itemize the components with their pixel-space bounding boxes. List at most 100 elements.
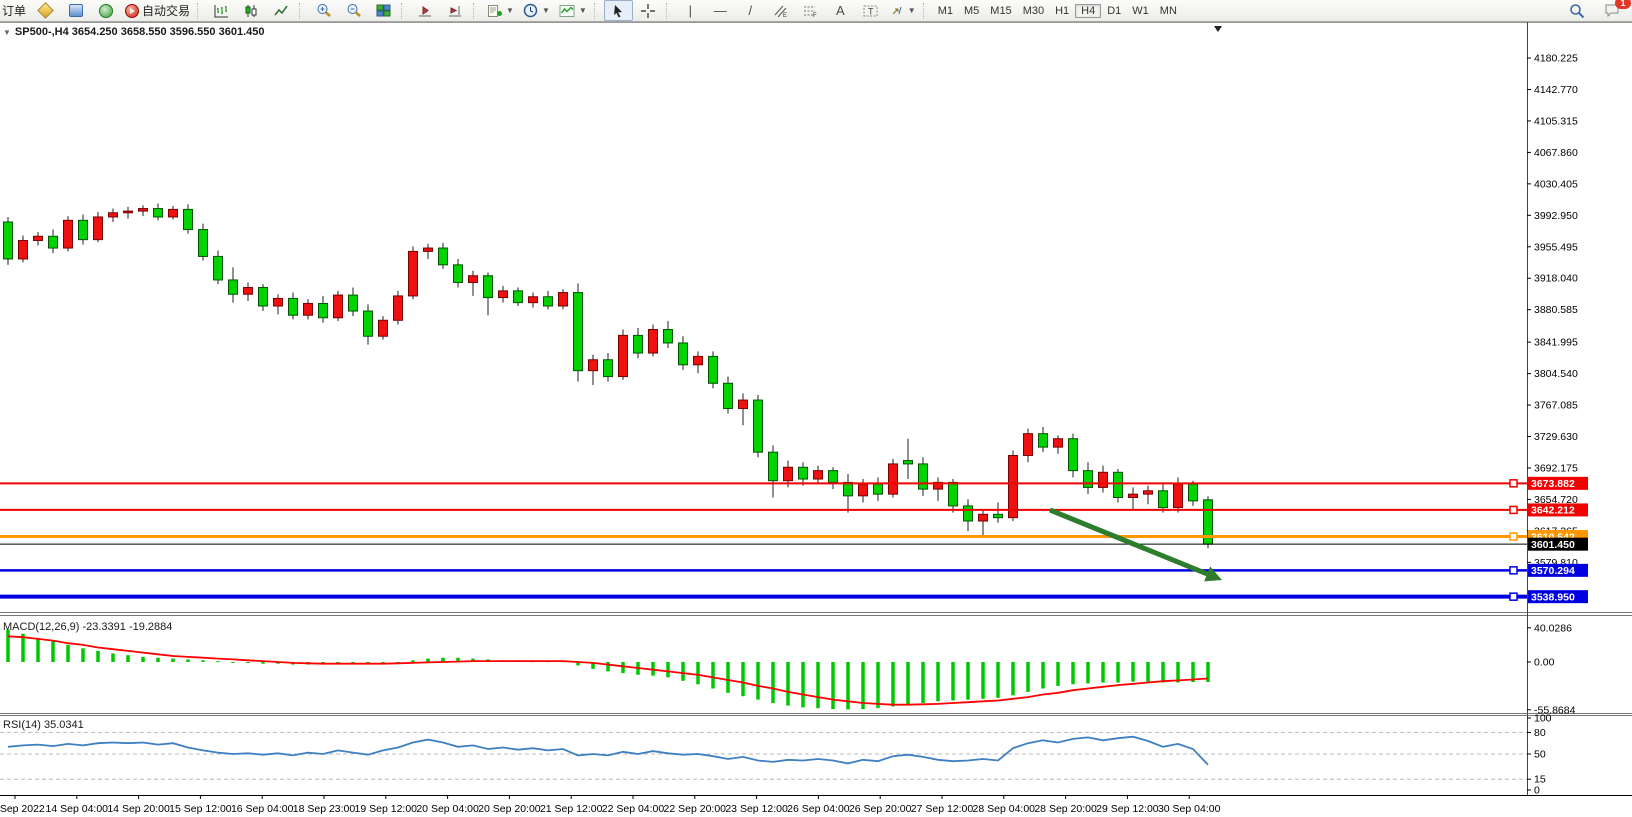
orders-button[interactable]: 订单	[0, 0, 30, 21]
svg-text:26 Sep 04:00: 26 Sep 04:00	[787, 803, 850, 815]
period-menu-button[interactable]: ▼	[519, 0, 554, 21]
time-axis: 13 Sep 202214 Sep 04:0014 Sep 20:0015 Se…	[0, 795, 1221, 815]
line-chart-mode-button[interactable]	[267, 0, 296, 21]
timeframe-mn-button[interactable]: MN	[1155, 5, 1182, 17]
autotrade-button[interactable]: 自动交易	[121, 0, 194, 21]
toolbar: 订单 自动交易	[0, 0, 1632, 22]
svg-text:23 Sep 12:00: 23 Sep 12:00	[725, 803, 788, 815]
vertical-line-tool-button[interactable]: |	[676, 0, 705, 21]
dropdown-caret-icon: ▼	[908, 6, 916, 15]
text-label-icon: T	[863, 4, 878, 18]
arrows-tool-button[interactable]: ▼	[886, 0, 920, 21]
signal-icon	[99, 4, 113, 18]
svg-text:19 Sep 12:00: 19 Sep 12:00	[355, 803, 418, 815]
chart-line-icon	[274, 4, 289, 18]
timeframe-m15-button[interactable]: M15	[985, 5, 1016, 17]
zoom-in-button[interactable]	[309, 0, 338, 21]
timeframe-w1-button[interactable]: W1	[1127, 5, 1154, 17]
autotrade-icon	[125, 4, 139, 18]
new-order-icon	[37, 2, 54, 19]
last-bar-marker	[1214, 26, 1222, 32]
macd-indicator-label: MACD(12,26,9) -23.3391 -19.2884	[3, 621, 172, 633]
bar-chart-mode-button[interactable]	[207, 0, 236, 21]
new-order-button[interactable]	[31, 0, 60, 21]
timeframe-h1-button[interactable]: H1	[1050, 5, 1074, 17]
trendline-tool-button[interactable]: /	[736, 0, 765, 21]
svg-text:3918.040: 3918.040	[1534, 273, 1578, 285]
svg-text:26 Sep 20:00: 26 Sep 20:00	[849, 803, 912, 815]
dropdown-caret-icon: ▼	[579, 6, 587, 15]
chart-bars-icon	[214, 4, 229, 18]
svg-text:3601.450: 3601.450	[1531, 539, 1575, 551]
timeframe-m1-button[interactable]: M1	[933, 5, 958, 17]
add-indicator-button[interactable]: ▼	[483, 0, 518, 21]
tile-windows-button[interactable]	[369, 0, 398, 21]
chart-canvas[interactable]: 4180.2254142.7704105.3154067.8604030.405…	[0, 22, 1632, 817]
svg-text:3642.212: 3642.212	[1531, 505, 1575, 517]
trading-terminal-window: 订单 自动交易	[0, 0, 1632, 817]
candle-chart-mode-button[interactable]	[237, 0, 266, 21]
zoom-in-icon	[316, 3, 332, 18]
svg-text:3804.540: 3804.540	[1534, 368, 1578, 380]
svg-text:F: F	[813, 13, 817, 18]
autoscroll-button[interactable]	[411, 0, 440, 21]
autoscroll-icon	[418, 4, 433, 18]
svg-text:T: T	[868, 6, 874, 16]
clock-icon	[523, 3, 538, 18]
toolbar-separator	[473, 3, 479, 19]
timeframe-m5-button[interactable]: M5	[959, 5, 984, 17]
rsi-indicator-label: RSI(14) 35.0341	[3, 719, 84, 731]
channel-tool-button[interactable]: E	[766, 0, 795, 21]
chart-title-text: SP500-,H4 3654.250 3658.550 3596.550 360…	[15, 26, 265, 38]
text-tool-button[interactable]: A	[826, 0, 855, 21]
svg-text:40.0286: 40.0286	[1534, 622, 1572, 634]
svg-text:E: E	[783, 13, 787, 18]
svg-text:3729.630: 3729.630	[1534, 431, 1578, 443]
vertical-line-icon: |	[689, 4, 692, 17]
arrows-icon	[890, 4, 904, 17]
svg-text:4142.770: 4142.770	[1534, 84, 1578, 96]
zoom-out-button[interactable]	[339, 0, 368, 21]
profile-button[interactable]	[61, 0, 90, 21]
symbol-dropdown-caret-icon[interactable]: ▼	[3, 28, 11, 37]
search-button[interactable]	[1562, 0, 1591, 21]
svg-text:20 Sep 04:00: 20 Sep 04:00	[416, 803, 479, 815]
svg-text:4067.860: 4067.860	[1534, 147, 1578, 159]
svg-text:4105.315: 4105.315	[1534, 115, 1578, 127]
pane-frames	[0, 22, 1632, 796]
svg-text:3538.950: 3538.950	[1531, 591, 1575, 603]
text-icon: A	[836, 4, 845, 17]
timeframe-m30-button[interactable]: M30	[1018, 5, 1049, 17]
svg-text:20 Sep 20:00: 20 Sep 20:00	[478, 803, 541, 815]
crosshair-tool-button[interactable]	[634, 0, 663, 21]
toolbar-separator	[923, 3, 929, 19]
candles-layer	[4, 204, 1213, 549]
price-axis: 4180.2254142.7704105.3154067.8604030.405…	[1527, 53, 1578, 797]
signals-button[interactable]	[91, 0, 120, 21]
template-menu-button[interactable]: ▼	[555, 0, 591, 21]
cursor-tool-button[interactable]	[604, 0, 633, 21]
svg-text:3955.495: 3955.495	[1534, 241, 1578, 253]
svg-text:100: 100	[1534, 713, 1552, 725]
toolbar-separator	[594, 3, 600, 19]
notifications-button[interactable]: 1	[1597, 0, 1626, 21]
fibonacci-tool-button[interactable]: F	[796, 0, 825, 21]
label-tool-button[interactable]: T	[856, 0, 885, 21]
timeframe-d1-button[interactable]: D1	[1102, 5, 1126, 17]
chart-title: ▼ SP500-,H4 3654.250 3658.550 3596.550 3…	[3, 26, 264, 38]
svg-text:27 Sep 12:00: 27 Sep 12:00	[911, 803, 974, 815]
svg-text:3841.995: 3841.995	[1534, 337, 1578, 349]
toolbar-separator	[401, 3, 407, 19]
horizontal-lines-layer	[0, 480, 1527, 600]
timeframe-h4-button[interactable]: H4	[1075, 4, 1101, 18]
trendline-icon: /	[748, 4, 752, 17]
svg-text:80: 80	[1534, 727, 1546, 739]
svg-text:15 Sep 12:00: 15 Sep 12:00	[169, 803, 232, 815]
orders-button-label: 订单	[2, 2, 26, 19]
chart-shift-button[interactable]	[441, 0, 470, 21]
horizontal-line-tool-button[interactable]: —	[706, 0, 735, 21]
chart-shift-icon	[448, 4, 463, 18]
toolbar-separator	[299, 3, 305, 19]
autotrade-label: 自动交易	[142, 2, 190, 19]
svg-text:16 Sep 04:00: 16 Sep 04:00	[231, 803, 294, 815]
